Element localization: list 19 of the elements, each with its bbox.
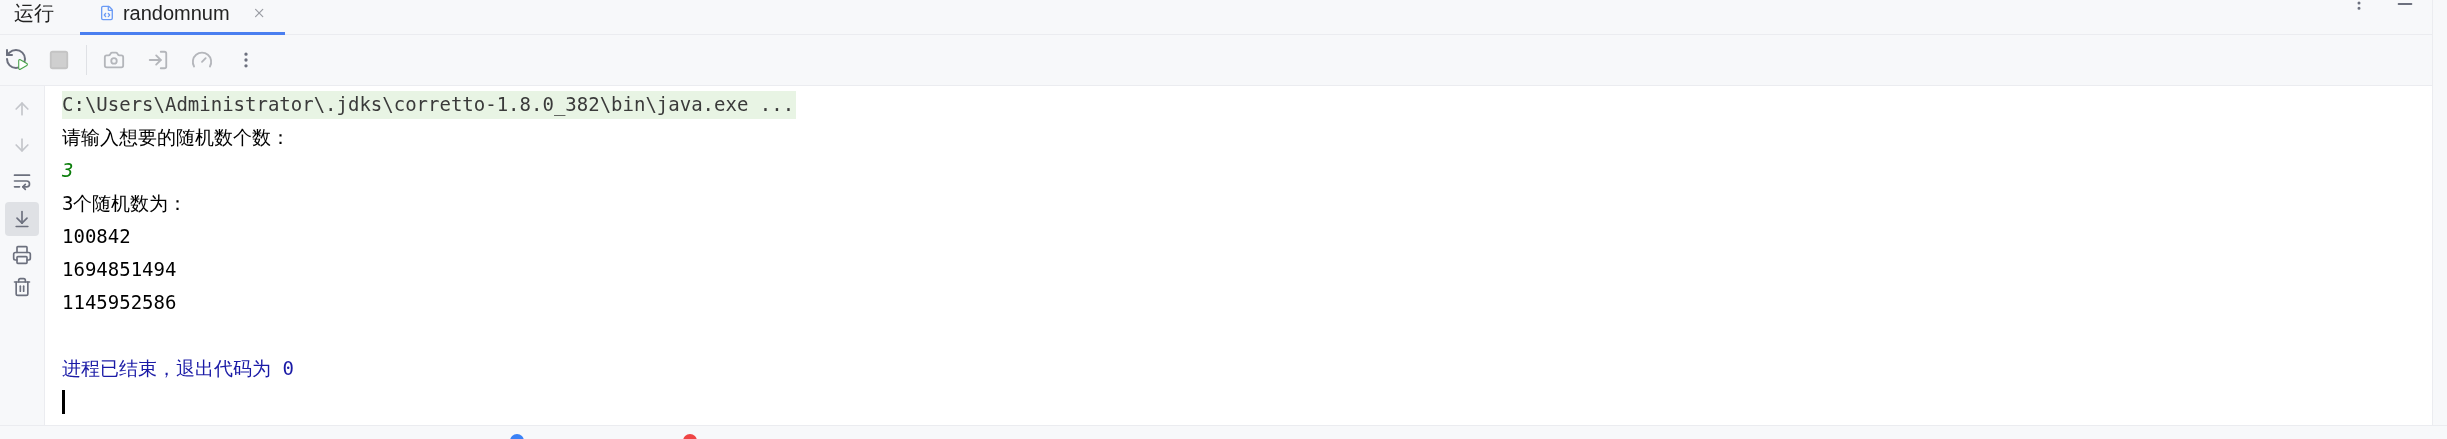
console-output: 1145952586 [62,290,177,316]
scroll-to-end-button[interactable] [5,202,39,236]
text-cursor [62,389,65,414]
print-icon[interactable] [12,245,32,265]
file-icon [99,3,115,23]
exit-message: 进程已结束，退出代码为 0 [62,356,294,382]
scroll-to-end-icon [12,209,32,229]
soft-wrap-icon[interactable] [12,171,32,191]
console-output: 1694851494 [62,257,177,283]
trash-icon[interactable] [12,277,32,297]
camera-icon[interactable] [103,49,125,71]
tab-label: randomnum [122,1,230,25]
panel-title: 运行 [14,1,55,25]
console-output: 3个随机数为： [62,191,188,217]
console-output: 100842 [62,224,131,250]
input-text: 3 [62,158,74,184]
tab[interactable]: randomnum [80,0,285,35]
sign-in-icon[interactable] [147,49,169,71]
console-output: 请输入想要的随机数个数： [62,125,290,151]
